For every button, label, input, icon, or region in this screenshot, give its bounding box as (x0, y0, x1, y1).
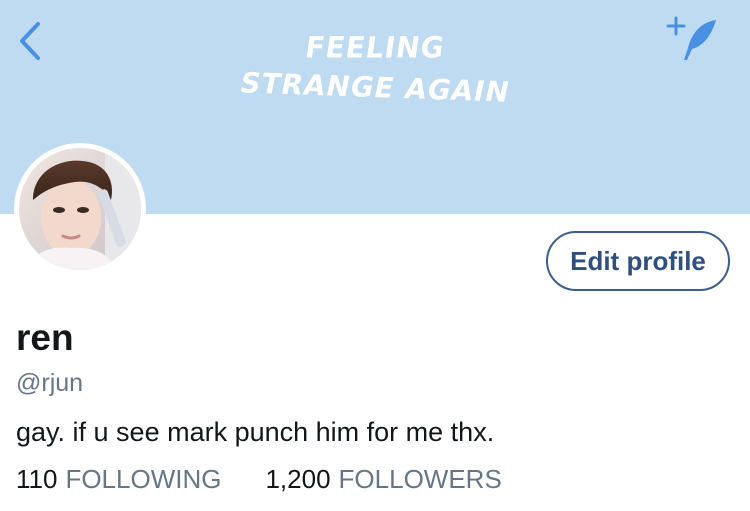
following-count: 110 (16, 464, 58, 494)
followers-count: 1,200 (265, 464, 331, 494)
followers-link[interactable]: 1,200 FOLLOWERS (265, 461, 501, 497)
profile-bio: gay. if u see mark punch him for me thx. (16, 417, 495, 447)
back-button[interactable] (10, 18, 50, 64)
banner-line-2: STRANGE AGAIN (237, 66, 514, 109)
edit-profile-button[interactable]: Edit profile (546, 231, 730, 291)
sparkle-quill-icon (666, 16, 716, 60)
user-handle: @rjun (16, 369, 84, 397)
display-name: ren (16, 317, 74, 358)
compose-tweet-button[interactable] (666, 14, 724, 64)
avatar[interactable] (14, 143, 146, 275)
banner-artwork-text: FEELING STRANGE AGAIN (200, 28, 550, 109)
profile-screen: FEELING STRANGE AGAIN Edit profile ren @… (0, 0, 750, 511)
following-label: FOLLOWING (65, 464, 222, 494)
avatar-photo (19, 148, 141, 270)
chevron-left-icon (20, 22, 40, 60)
following-link[interactable]: 110 FOLLOWING (16, 461, 221, 497)
followers-label: FOLLOWERS (338, 464, 502, 494)
profile-stats: 110 FOLLOWING 1,200 FOLLOWERS (16, 461, 502, 497)
